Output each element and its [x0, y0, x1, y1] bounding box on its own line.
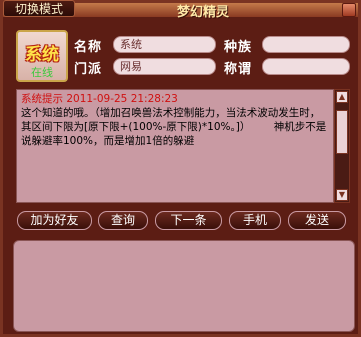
title-label: 称谓 [224, 62, 253, 77]
message-header: 系统提示 2011-09-25 21:28:23 [21, 93, 178, 105]
avatar-label: 系统 [25, 45, 59, 65]
name-field: 系统 [113, 36, 216, 53]
query-button[interactable]: 查询 [98, 211, 148, 230]
message-body: 这个知道的哦。（增加召唤兽法术控制能力，当法术波动发生时，其区间下限为[原下限+… [21, 107, 327, 147]
faction-label: 门派 [74, 62, 103, 77]
online-status: 在线 [31, 66, 53, 79]
race-field [262, 36, 350, 53]
switch-mode-button[interactable]: 切换模式 [3, 0, 75, 17]
send-button[interactable]: 发送 [288, 211, 346, 230]
title-bar[interactable]: 切换模式 梦幻精灵 [3, 0, 358, 20]
scroll-thumb[interactable] [336, 110, 348, 154]
phone-button[interactable]: 手机 [229, 211, 281, 230]
next-button[interactable]: 下一条 [155, 211, 222, 230]
scroll-down-icon[interactable]: ▼ [336, 189, 348, 201]
title-field [262, 58, 350, 75]
message-display[interactable]: 系统提示 2011-09-25 21:28:23 这个知道的哦。（增加召唤兽法术… [16, 89, 334, 203]
message-scrollbar[interactable]: ▲ ▼ [334, 89, 350, 203]
faction-field: 网易 [113, 58, 216, 75]
chat-window: 切换模式 梦幻精灵 系统 在线 名称 系统 种族 门派 网易 称谓 系统提示 2… [0, 0, 361, 337]
avatar: 系统 在线 [16, 30, 68, 82]
window-title: 梦幻精灵 [176, 5, 229, 20]
name-label: 名称 [74, 40, 103, 55]
close-icon[interactable] [342, 3, 356, 17]
add-friend-button[interactable]: 加为好友 [17, 211, 92, 230]
race-label: 种族 [224, 40, 253, 55]
scroll-up-icon[interactable]: ▲ [336, 91, 348, 103]
message-input[interactable] [13, 240, 355, 332]
